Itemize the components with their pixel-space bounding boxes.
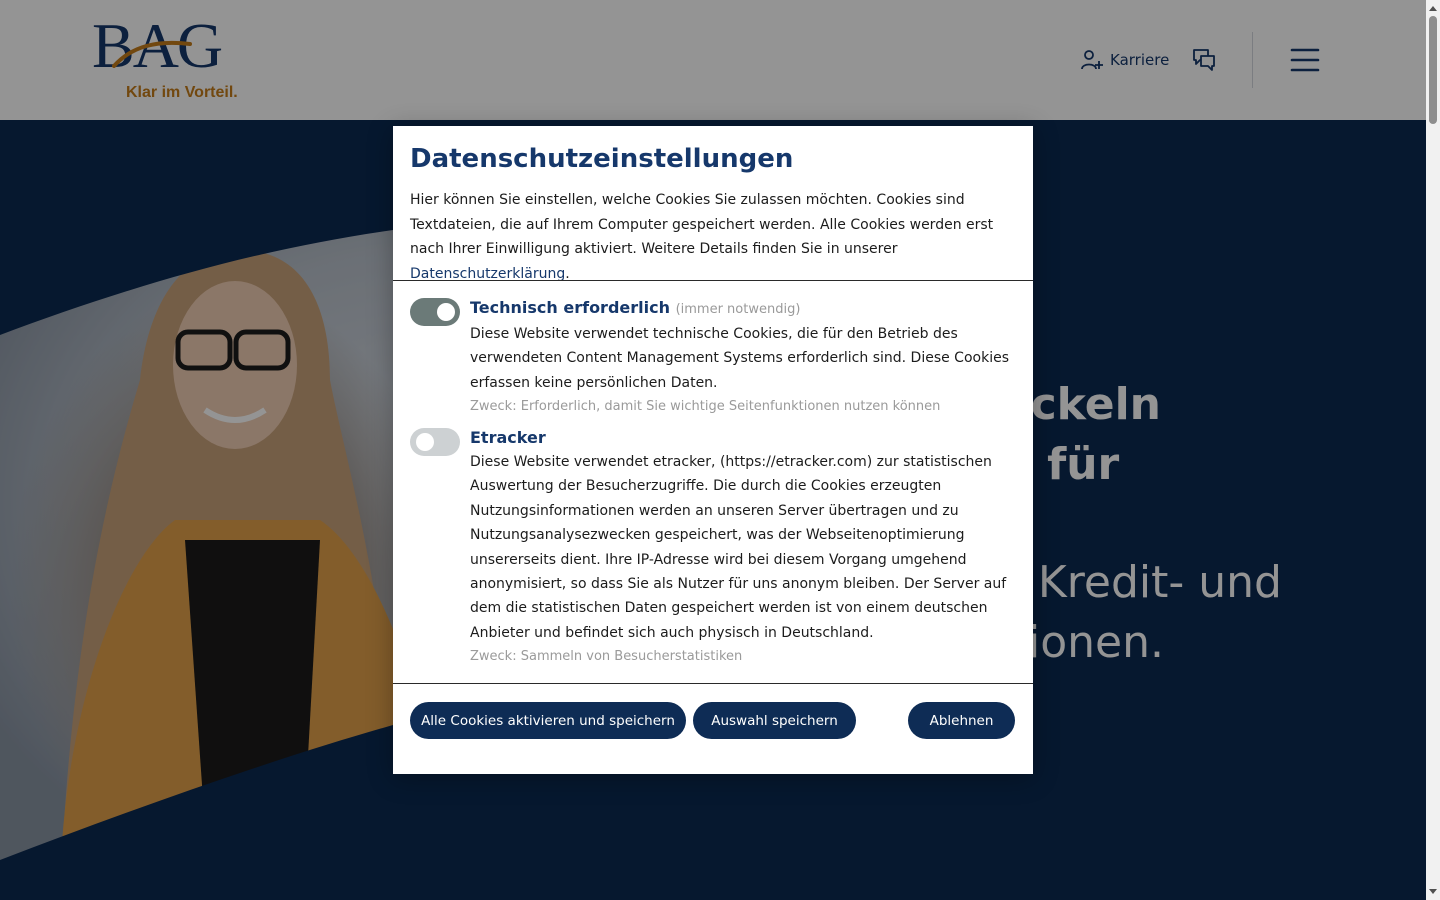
cookie-option-note: (immer notwendig) bbox=[675, 302, 801, 317]
cookie-option-body: Technisch erforderlich (immer notwendig)… bbox=[470, 298, 1020, 417]
cookie-option-description: Diese Website verwendet etracker, (https… bbox=[470, 454, 1007, 641]
toggle-knob bbox=[416, 433, 434, 451]
dialog-divider-top bbox=[393, 280, 1033, 281]
cookie-option-purpose: Zweck: Sammeln von Besucherstatistiken bbox=[470, 649, 743, 665]
decline-button[interactable]: Ablehnen bbox=[908, 702, 1015, 739]
toggle-knob bbox=[437, 303, 455, 321]
scroll-down-icon[interactable] bbox=[1429, 889, 1437, 894]
dialog-divider-bottom bbox=[393, 683, 1033, 684]
toggle-etracker[interactable] bbox=[410, 428, 460, 456]
cookie-option-description: Diese Website verwendet technische Cooki… bbox=[470, 326, 1009, 391]
privacy-settings-dialog: Datenschutzeinstellungen Hier können Sie… bbox=[393, 126, 1033, 774]
cookie-option-title: Etracker bbox=[470, 428, 546, 447]
toggle-technical[interactable] bbox=[410, 298, 460, 326]
page-scrollbar[interactable] bbox=[1426, 0, 1440, 900]
cookie-option-purpose: Zweck: Erforderlich, damit Sie wichtige … bbox=[470, 399, 941, 415]
cookie-option-title: Technisch erforderlich (immer notwendig) bbox=[470, 298, 1020, 320]
save-selection-button[interactable]: Auswahl speichern bbox=[693, 702, 856, 739]
cookie-option-body: Etracker Diese Website verwendet etracke… bbox=[470, 428, 1020, 667]
dialog-title: Datenschutzeinstellungen bbox=[410, 144, 794, 174]
cookie-option-title-text: Technisch erforderlich bbox=[470, 298, 670, 317]
dialog-intro: Hier können Sie einstellen, welche Cooki… bbox=[410, 188, 1020, 286]
scroll-up-icon[interactable] bbox=[1429, 6, 1437, 11]
accept-all-cookies-button[interactable]: Alle Cookies aktivieren und speichern bbox=[410, 702, 686, 739]
scrollbar-thumb[interactable] bbox=[1429, 16, 1437, 124]
dialog-intro-text: Hier können Sie einstellen, welche Cooki… bbox=[410, 192, 994, 257]
